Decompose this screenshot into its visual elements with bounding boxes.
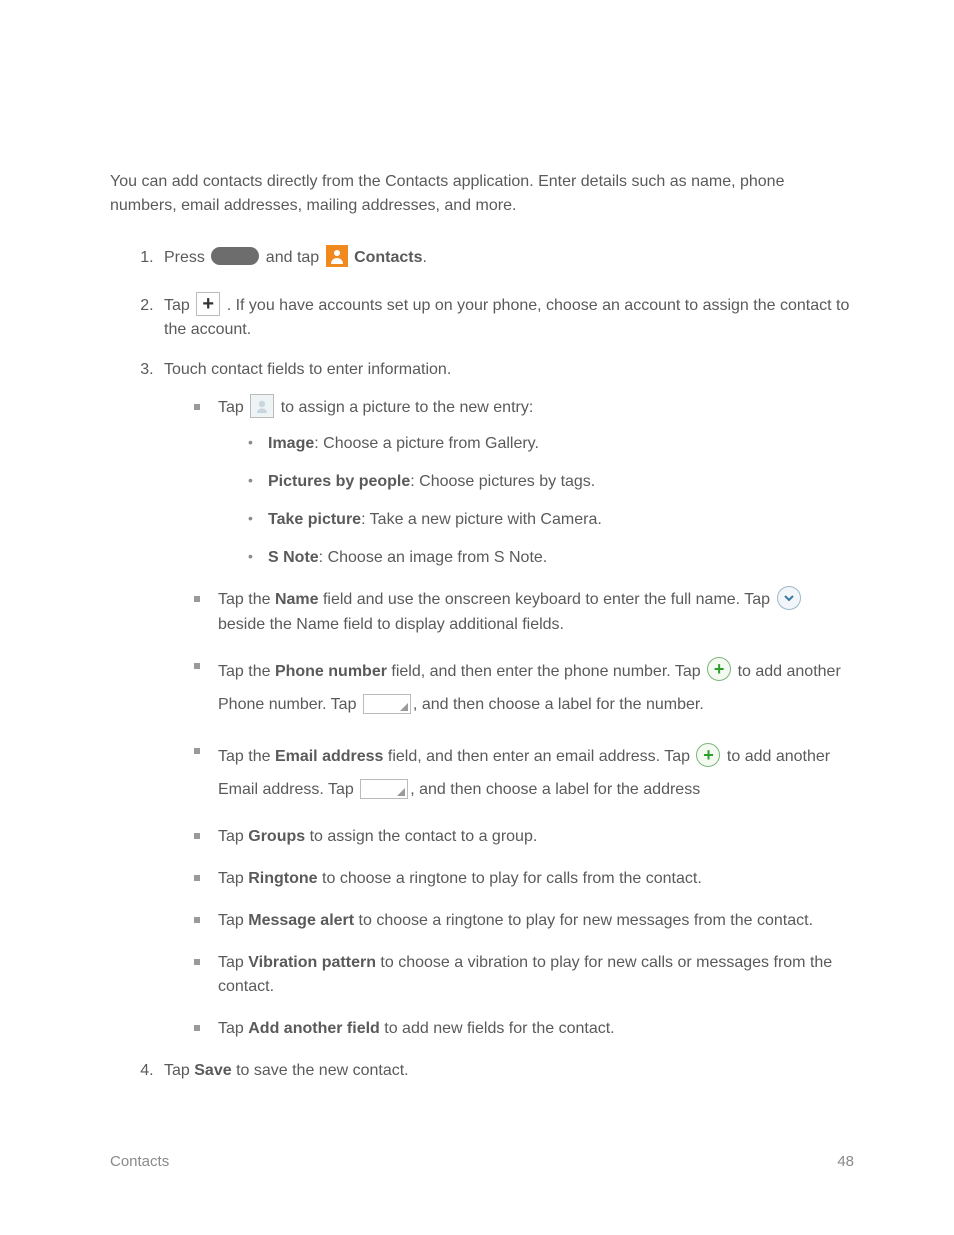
home-button-icon bbox=[211, 247, 259, 265]
step-1: Press and tap Contacts. bbox=[158, 246, 854, 270]
footer-page-number: 48 bbox=[837, 1151, 854, 1174]
steps-list: Press and tap Contacts. Tap + . If you h… bbox=[110, 246, 854, 1083]
phone-label-icon bbox=[363, 694, 411, 714]
field-photo: Tap to assign a picture to the new entry… bbox=[194, 396, 854, 570]
footer-section: Contacts bbox=[110, 1151, 169, 1174]
email-label-icon bbox=[360, 779, 408, 799]
manual-page: You can add contacts directly from the C… bbox=[0, 0, 954, 1235]
opt-pictures-by-people: Pictures by people: Choose pictures by t… bbox=[248, 470, 854, 494]
field-email: Tap the Email address field, and then en… bbox=[194, 740, 854, 807]
step-2: Tap + . If you have accounts set up on y… bbox=[158, 294, 854, 342]
step-3-text: Touch contact fields to enter informatio… bbox=[164, 361, 451, 378]
add-email-icon: + bbox=[696, 743, 720, 767]
step-1-text-d: . bbox=[423, 249, 427, 266]
photo-a: Tap bbox=[218, 399, 248, 416]
step-3: Touch contact fields to enter informatio… bbox=[158, 358, 854, 1041]
step-4: Tap Save to save the new contact. bbox=[158, 1059, 854, 1083]
step-2-text-a: Tap bbox=[164, 297, 194, 314]
add-contact-icon: + bbox=[196, 292, 220, 316]
field-vibration: Tap Vibration pattern to choose a vibrat… bbox=[194, 951, 854, 999]
field-message-alert: Tap Message alert to choose a ringtone t… bbox=[194, 909, 854, 933]
field-groups: Tap Groups to assign the contact to a gr… bbox=[194, 825, 854, 849]
step-1-text-a: Press bbox=[164, 249, 209, 266]
photo-b: to assign a picture to the new entry: bbox=[281, 399, 534, 416]
contact-photo-icon bbox=[250, 394, 274, 418]
expand-name-icon bbox=[777, 586, 801, 610]
field-name: Tap the Name field and use the onscreen … bbox=[194, 588, 854, 636]
fields-list: Tap to assign a picture to the new entry… bbox=[164, 396, 854, 1041]
photo-options: Image: Choose a picture from Gallery. Pi… bbox=[218, 432, 854, 570]
opt-s-note: S Note: Choose an image from S Note. bbox=[248, 546, 854, 570]
step-1-text-b: and tap bbox=[266, 249, 324, 266]
opt-take-picture: Take picture: Take a new picture with Ca… bbox=[248, 508, 854, 532]
contacts-app-icon bbox=[326, 245, 348, 267]
field-phone: Tap the Phone number field, and then ent… bbox=[194, 655, 854, 722]
add-phone-icon: + bbox=[707, 657, 731, 681]
field-ringtone: Tap Ringtone to choose a ringtone to pla… bbox=[194, 867, 854, 891]
field-add-another: Tap Add another field to add new fields … bbox=[194, 1017, 854, 1041]
step-2-text-b: . If you have accounts set up on your ph… bbox=[164, 297, 849, 338]
step-1-bold: Contacts bbox=[354, 249, 422, 266]
intro-text: You can add contacts directly from the C… bbox=[110, 170, 854, 218]
page-footer: Contacts 48 bbox=[110, 1151, 854, 1174]
opt-image: Image: Choose a picture from Gallery. bbox=[248, 432, 854, 456]
